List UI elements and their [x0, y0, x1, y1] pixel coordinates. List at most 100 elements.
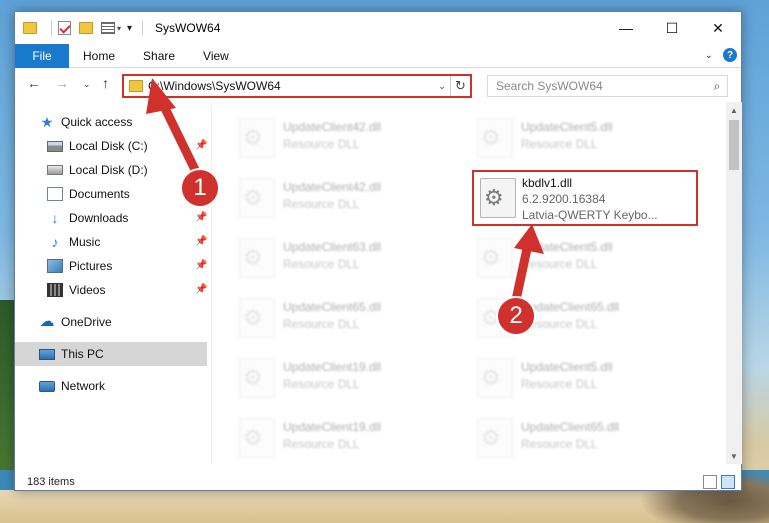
- sidebar-item-onedrive[interactable]: ☁ OneDrive: [39, 310, 207, 334]
- list-item[interactable]: UpdateClient42.dll Resource DLL: [213, 110, 433, 162]
- drive-icon: [47, 165, 63, 175]
- details-icon[interactable]: [101, 22, 115, 34]
- back-button[interactable]: ←: [27, 75, 41, 91]
- file-explorer-window: ▾ ▾ SysWOW64 — ☐ ✕ File Home Share View …: [14, 11, 742, 491]
- sidebar-item-videos[interactable]: Videos 📌: [47, 278, 207, 302]
- dll-file-icon: [477, 358, 513, 398]
- file-name: UpdateClient63.dll: [283, 240, 382, 254]
- pictures-icon: [47, 259, 63, 273]
- sidebar-item-this-pc[interactable]: This PC: [15, 342, 207, 366]
- sidebar-item-music[interactable]: ♪ Music 📌: [47, 230, 208, 254]
- file-description: Resource DLL: [283, 377, 360, 391]
- step-2-badge: 2: [496, 296, 536, 336]
- sidebar-item-label: Videos: [69, 283, 106, 297]
- list-item[interactable]: UpdateClient65.dll Resource DLL: [451, 410, 671, 462]
- list-item[interactable]: UpdateClient5.dll Resource DLL: [451, 230, 671, 282]
- network-icon: [39, 380, 55, 392]
- file-name: UpdateClient42.dll: [283, 120, 382, 134]
- address-text[interactable]: C:\Windows\SysWOW64: [148, 79, 434, 93]
- list-item[interactable]: UpdateClient19.dll Resource DLL: [213, 410, 433, 462]
- onedrive-icon: ☁: [39, 313, 55, 330]
- dll-file-icon: [239, 238, 275, 278]
- search-input[interactable]: Search SysWOW64: [496, 79, 707, 93]
- new-folder-icon[interactable]: [79, 22, 93, 34]
- list-item[interactable]: UpdateClient5.dll Resource DLL: [451, 350, 671, 402]
- properties-icon[interactable]: [58, 21, 71, 35]
- file-name: UpdateClient5.dll: [521, 120, 613, 134]
- address-dropdown-icon[interactable]: ⌄: [434, 81, 450, 92]
- address-bar[interactable]: C:\Windows\SysWOW64 ⌄ ↻: [122, 74, 472, 98]
- file-description: Resource DLL: [283, 197, 360, 211]
- list-item[interactable]: UpdateClient63.dll Resource DLL: [213, 230, 433, 282]
- file-description: Resource DLL: [521, 377, 598, 391]
- file-description: Resource DLL: [283, 437, 360, 451]
- folder-icon: [129, 80, 143, 92]
- list-item[interactable]: UpdateClient5.dll Resource DLL: [451, 110, 671, 162]
- sidebar-item-local-disk-c[interactable]: Local Disk (C:) 📌: [47, 134, 207, 158]
- customize-toolbar-icon[interactable]: ▾: [127, 23, 132, 34]
- file-description: Resource DLL: [283, 317, 360, 331]
- tab-share[interactable]: Share: [129, 44, 189, 68]
- title-bar: ▾ ▾ SysWOW64 — ☐ ✕: [15, 12, 741, 44]
- help-icon[interactable]: ?: [723, 48, 737, 62]
- maximize-button[interactable]: ☐: [649, 12, 695, 44]
- file-name: UpdateClient19.dll: [283, 420, 382, 434]
- forward-button[interactable]: →: [55, 75, 69, 91]
- pin-icon: 📌: [195, 140, 208, 151]
- scroll-down-icon[interactable]: ▼: [726, 448, 742, 464]
- sidebar-item-label: Local Disk (D:): [69, 163, 148, 177]
- search-box[interactable]: Search SysWOW64 ⌕: [487, 75, 728, 97]
- file-description: Resource DLL: [283, 257, 360, 271]
- file-name: UpdateClient5.dll: [521, 240, 613, 254]
- sidebar-item-network[interactable]: Network: [39, 374, 207, 398]
- file-name: UpdateClient42.dll: [283, 180, 382, 194]
- up-button[interactable]: ↑: [102, 75, 109, 91]
- file-description: Resource DLL: [521, 137, 598, 151]
- folder-icon: [23, 22, 37, 34]
- dll-file-icon: [477, 118, 513, 158]
- pin-icon: 📌: [195, 284, 208, 295]
- file-description: Resource DLL: [521, 437, 598, 451]
- scroll-up-icon[interactable]: ▲: [726, 102, 742, 118]
- sidebar-item-quick-access[interactable]: ★ Quick access: [39, 110, 207, 134]
- dll-file-icon: [239, 298, 275, 338]
- sidebar-item-label: Local Disk (C:): [69, 139, 148, 153]
- search-icon[interactable]: ⌕: [707, 79, 727, 94]
- documents-icon: [47, 187, 63, 201]
- tab-file[interactable]: File: [15, 43, 69, 68]
- tab-home[interactable]: Home: [69, 44, 129, 68]
- minimize-button[interactable]: —: [603, 12, 649, 44]
- highlighted-file-kbdlv1[interactable]: kbdlv1.dll 6.2.9200.16384 Latvia-QWERTY …: [472, 170, 698, 226]
- file-description: Latvia-QWERTY Keybo...: [522, 208, 658, 222]
- details-view-icon[interactable]: [703, 475, 717, 489]
- refresh-button[interactable]: ↻: [450, 76, 470, 96]
- chevron-down-icon[interactable]: ▾: [117, 24, 121, 33]
- list-item[interactable]: UpdateClient19.dll Resource DLL: [213, 350, 433, 402]
- list-item[interactable]: UpdateClient65.dll Resource DLL: [451, 290, 671, 342]
- view-toggle: [703, 475, 735, 489]
- tiles-view-icon[interactable]: [721, 475, 735, 489]
- dll-file-icon: [480, 178, 516, 218]
- music-icon: ♪: [51, 234, 59, 250]
- dll-file-icon: [477, 418, 513, 458]
- expand-ribbon-icon[interactable]: ⌄: [705, 50, 713, 61]
- pane-divider[interactable]: [211, 102, 212, 464]
- sidebar-item-label: Quick access: [61, 115, 133, 129]
- sidebar-item-downloads[interactable]: ↓ Downloads 📌: [47, 206, 208, 230]
- download-icon: ↓: [51, 210, 59, 226]
- tab-view[interactable]: View: [189, 44, 243, 68]
- sidebar-item-pictures[interactable]: Pictures 📌: [47, 254, 207, 278]
- vertical-scrollbar[interactable]: ▲ ▼: [726, 102, 742, 464]
- scroll-thumb[interactable]: [729, 120, 739, 170]
- sidebar-item-label: Network: [61, 379, 106, 393]
- list-item[interactable]: UpdateClient42.dll Resource DLL: [213, 170, 433, 222]
- item-count: 183 items: [27, 476, 75, 488]
- recent-locations-button[interactable]: ⌄: [83, 79, 91, 90]
- dll-file-icon: [239, 418, 275, 458]
- close-button[interactable]: ✕: [695, 12, 741, 44]
- sidebar-item-label: Documents: [69, 187, 130, 201]
- list-item[interactable]: UpdateClient65.dll Resource DLL: [213, 290, 433, 342]
- navigation-bar: ← → ⌄ ↑ C:\Windows\SysWOW64 ⌄ ↻ Search S…: [15, 69, 741, 101]
- pin-icon: 📌: [195, 260, 208, 271]
- videos-icon: [47, 283, 63, 297]
